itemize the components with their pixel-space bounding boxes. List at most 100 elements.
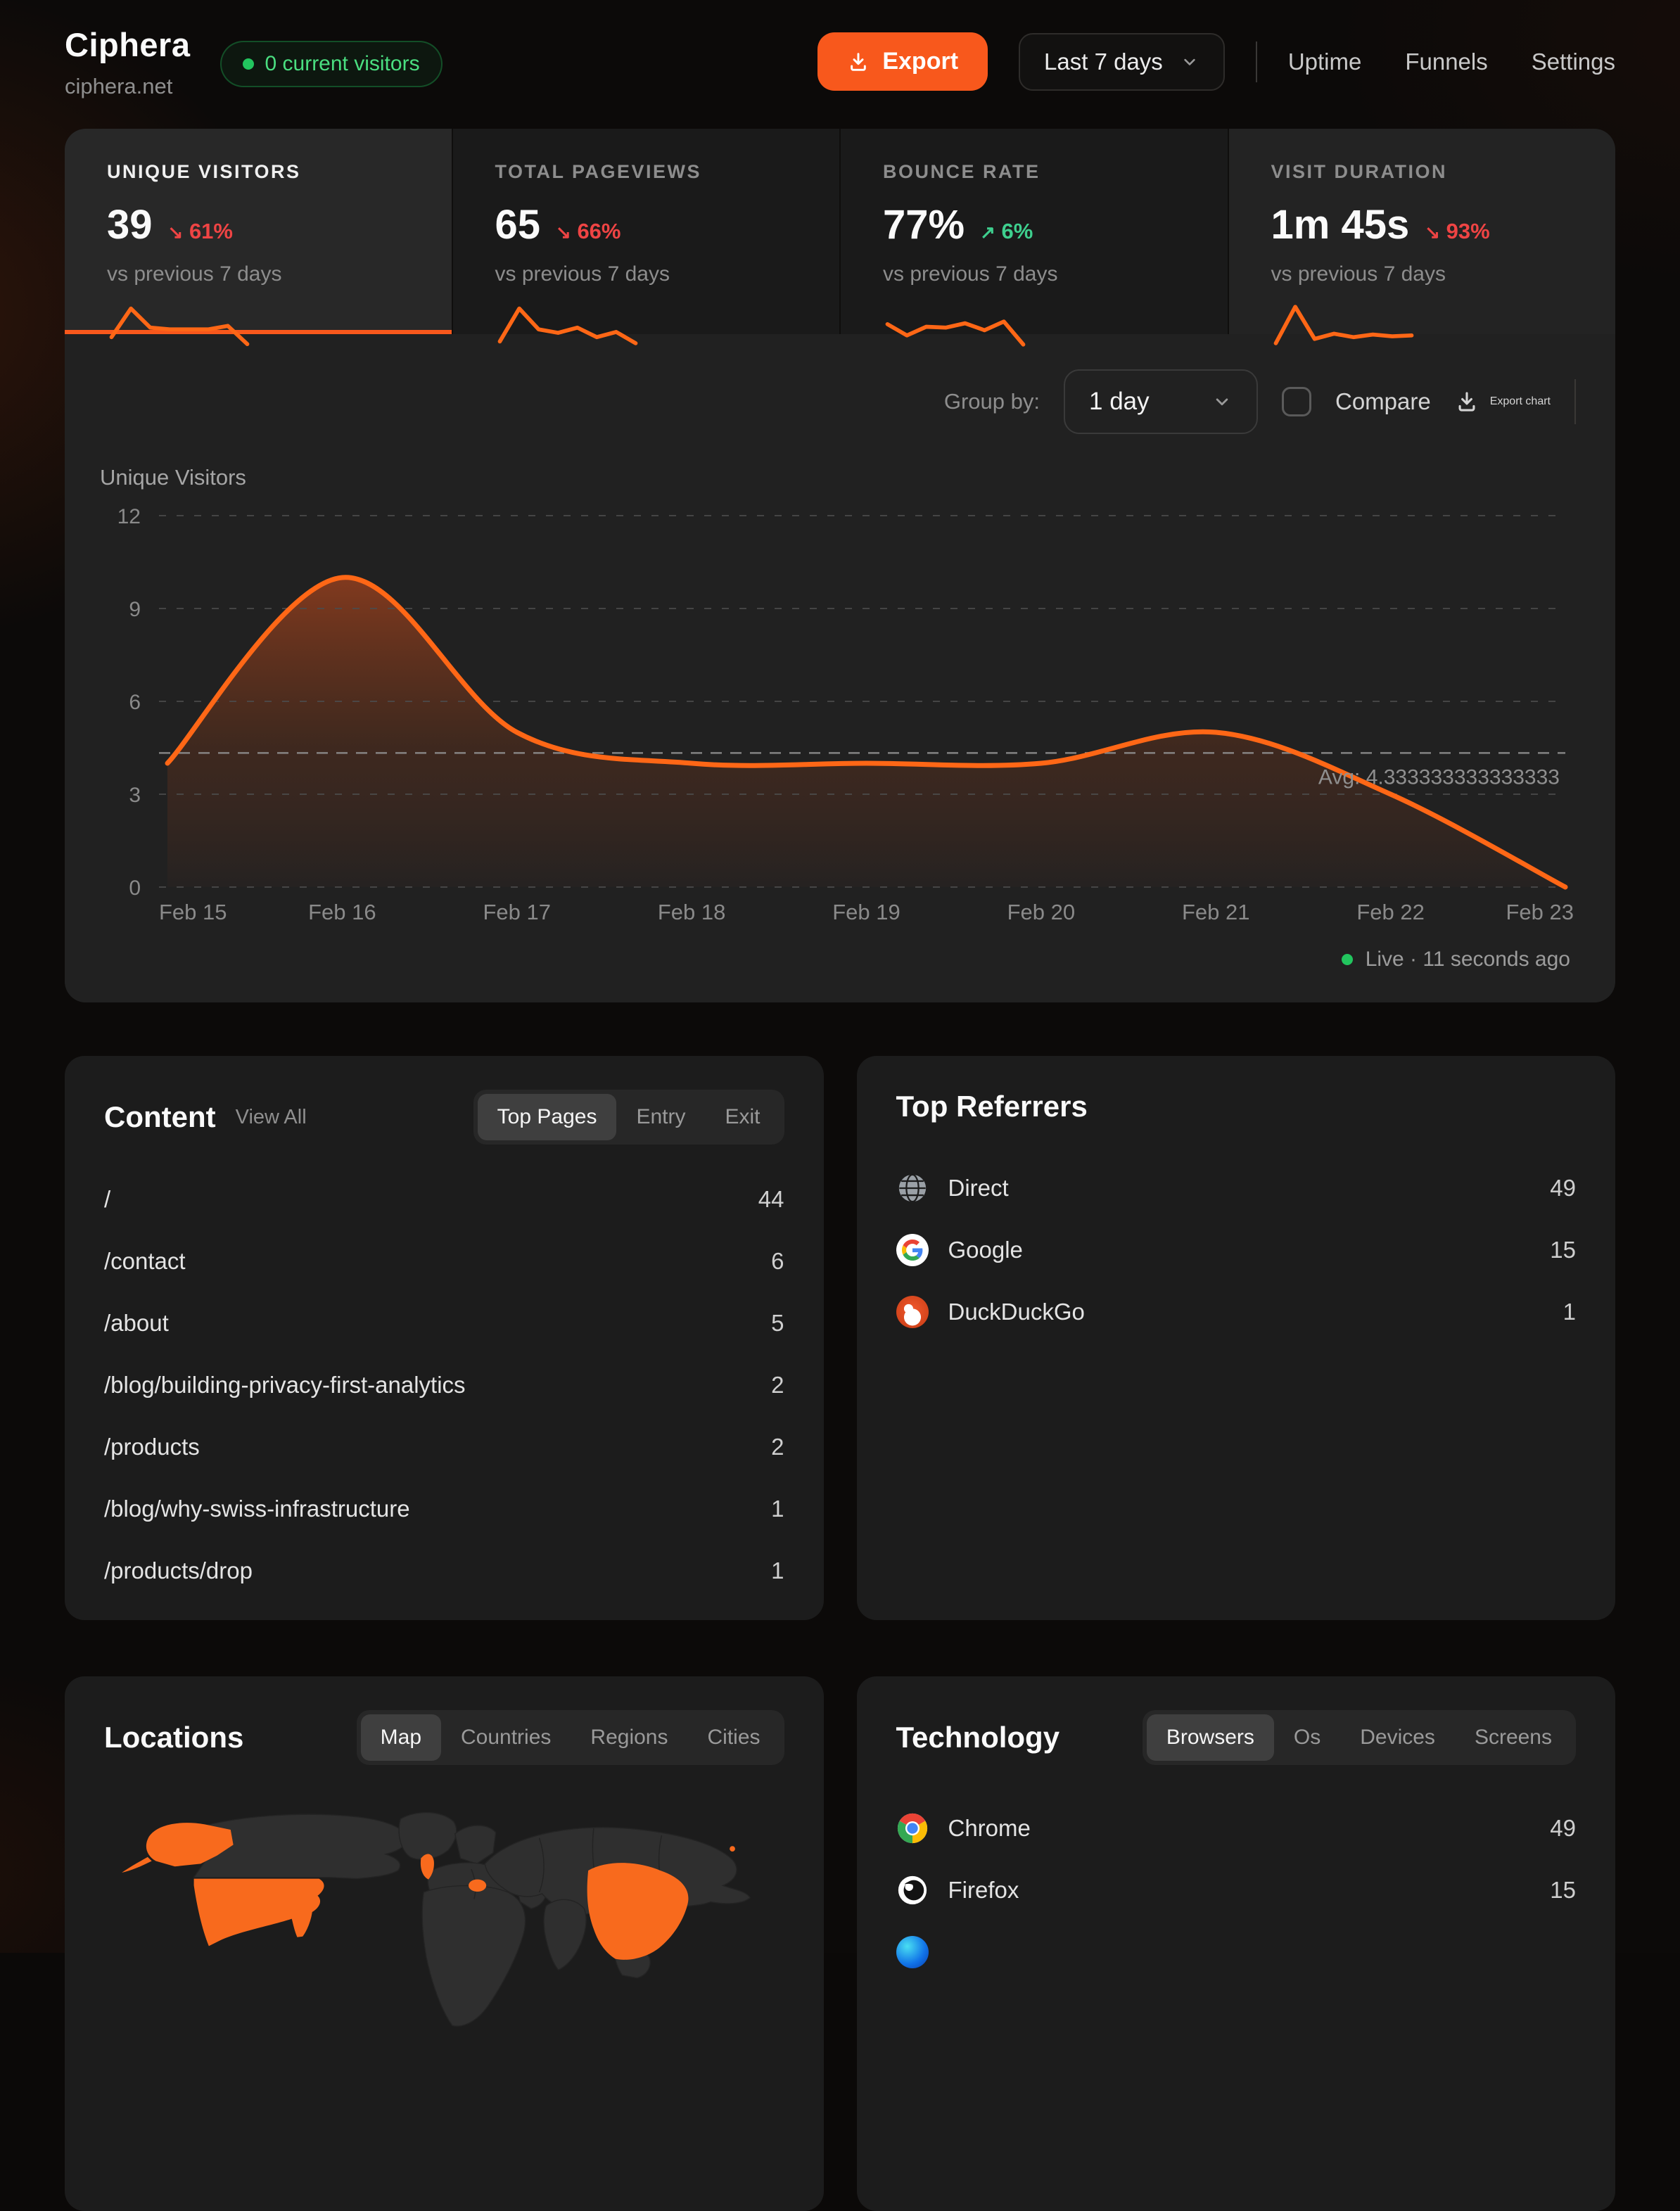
- y-tick: 0: [129, 877, 141, 900]
- x-tick: Feb 23: [1506, 900, 1574, 924]
- top-pages-list: / 44 /contact 6 /about 5 /blog/buil: [104, 1168, 784, 1602]
- browser-icon: [896, 1812, 929, 1844]
- browser-row[interactable]: [896, 1921, 1577, 1983]
- referrer-row[interactable]: DuckDuckGo 1: [896, 1281, 1577, 1343]
- browser-row[interactable]: Chrome 49: [896, 1797, 1577, 1859]
- content-tab[interactable]: Exit: [705, 1094, 779, 1140]
- locations-tab[interactable]: Cities: [687, 1714, 779, 1761]
- locations-tab[interactable]: Map: [361, 1714, 441, 1761]
- page-path: /blog/why-swiss-infrastructure: [104, 1496, 410, 1522]
- stat-card[interactable]: BOUNCE RATE 77% ↗ 6% vs previous 7 days: [841, 129, 1228, 334]
- page-path: /blog/building-privacy-first-analytics: [104, 1372, 466, 1398]
- page-row[interactable]: /contact 6: [104, 1230, 784, 1292]
- stat-compare-label: vs previous 7 days: [1271, 262, 1574, 286]
- technology-tab[interactable]: Devices: [1340, 1714, 1455, 1761]
- current-visitors-label: 0 current visitors: [265, 52, 420, 76]
- map-romania: [469, 1880, 486, 1892]
- referrer-row[interactable]: Google 15: [896, 1219, 1577, 1281]
- content-tab[interactable]: Top Pages: [478, 1094, 617, 1140]
- page-count: 2: [771, 1372, 784, 1398]
- stat-label: TOTAL PAGEVIEWS: [495, 161, 798, 183]
- export-label: Export: [882, 48, 958, 75]
- map-united-states: [194, 1879, 324, 1946]
- technology-tab[interactable]: Browsers: [1147, 1714, 1274, 1761]
- visitors-area-chart[interactable]: Avg: 4.333333333333333 036912Feb 15Feb 1…: [65, 493, 1615, 943]
- map-africa: [422, 1886, 525, 2027]
- technology-tab[interactable]: Os: [1274, 1714, 1340, 1761]
- nav-link[interactable]: Uptime: [1288, 49, 1362, 75]
- page-row[interactable]: /products 2: [104, 1416, 784, 1478]
- browser-row[interactable]: Firefox 15: [896, 1859, 1577, 1921]
- chrome-icon: [896, 1812, 929, 1844]
- live-status-text: Live · 11 seconds ago: [1366, 948, 1570, 971]
- sparkline-chart: [495, 298, 640, 351]
- x-tick: Feb 15: [159, 900, 227, 924]
- chevron-down-icon: [1180, 52, 1199, 72]
- live-dot-icon: [1342, 954, 1353, 965]
- page-row[interactable]: /blog/why-swiss-infrastructure 1: [104, 1478, 784, 1540]
- map-china: [587, 1863, 689, 1960]
- green-dot-icon: [243, 58, 254, 70]
- group-by-dropdown[interactable]: 1 day: [1064, 369, 1258, 434]
- referrers-list: Direct 49 Google 15: [896, 1157, 1577, 1343]
- trend-arrow-icon: ↘: [556, 222, 571, 243]
- technology-tab[interactable]: Screens: [1455, 1714, 1572, 1761]
- stat-label: UNIQUE VISITORS: [107, 161, 409, 183]
- compare-checkbox[interactable]: [1282, 387, 1311, 416]
- date-range-dropdown[interactable]: Last 7 days: [1019, 33, 1225, 91]
- live-status: Live · 11 seconds ago: [65, 943, 1615, 990]
- referrer-name: DuckDuckGo: [948, 1299, 1085, 1325]
- download-icon: [1455, 390, 1479, 414]
- referrers-title: Top Referrers: [896, 1090, 1088, 1123]
- page-path: /about: [104, 1310, 169, 1337]
- referrer-count: 49: [1550, 1175, 1576, 1202]
- x-tick: Feb 16: [308, 900, 376, 924]
- download-icon: [847, 51, 870, 73]
- trend-arrow-icon: ↗: [980, 222, 995, 243]
- view-all-link[interactable]: View All: [236, 1106, 307, 1129]
- x-tick: Feb 19: [832, 900, 901, 924]
- map-india: [544, 1899, 586, 1970]
- page-row[interactable]: / 44: [104, 1168, 784, 1230]
- stat-delta-value: 61%: [189, 219, 233, 243]
- page-path: /products/drop: [104, 1557, 253, 1584]
- map-greenland: [399, 1813, 457, 1860]
- stat-compare-label: vs previous 7 days: [107, 262, 409, 286]
- referrer-row[interactable]: Direct 49: [896, 1157, 1577, 1219]
- page-path: /contact: [104, 1248, 186, 1275]
- chart-area-fill: [167, 578, 1565, 887]
- world-map[interactable]: [104, 1790, 784, 2117]
- sparkline-chart: [1271, 298, 1416, 351]
- content-title: Content: [104, 1100, 216, 1134]
- content-card: Content View All Top Pages Entry Exit /: [65, 1056, 824, 1620]
- content-tab[interactable]: Entry: [616, 1094, 705, 1140]
- stat-delta: ↘ 93%: [1425, 219, 1489, 244]
- header-divider: [1256, 42, 1257, 82]
- stat-value: 77%: [883, 201, 965, 248]
- stat-card[interactable]: TOTAL PAGEVIEWS 65 ↘ 66% vs previous 7 d…: [453, 129, 840, 334]
- analytics-panel: UNIQUE VISITORS 39 ↘ 61% vs previous 7 d…: [65, 129, 1615, 1002]
- google-icon: [896, 1234, 929, 1266]
- stat-card[interactable]: VISIT DURATION 1m 45s ↘ 93% vs previous …: [1229, 129, 1616, 334]
- referrer-icon: [896, 1234, 929, 1266]
- referrer-count: 1: [1563, 1299, 1576, 1325]
- technology-title: Technology: [896, 1721, 1060, 1754]
- y-tick: 6: [129, 691, 141, 714]
- locations-tab[interactable]: Regions: [571, 1714, 687, 1761]
- stat-card[interactable]: UNIQUE VISITORS 39 ↘ 61% vs previous 7 d…: [65, 129, 452, 334]
- nav-link[interactable]: Settings: [1532, 49, 1615, 75]
- page-row[interactable]: /blog/building-privacy-first-analytics 2: [104, 1354, 784, 1416]
- nav-link[interactable]: Funnels: [1405, 49, 1487, 75]
- page-row[interactable]: /products/drop 1: [104, 1540, 784, 1602]
- page-count: 1: [771, 1557, 784, 1584]
- x-tick: Feb 18: [658, 900, 726, 924]
- export-button[interactable]: Export: [817, 32, 988, 91]
- chart-series-label: Unique Visitors: [100, 465, 1615, 490]
- x-tick: Feb 20: [1007, 900, 1076, 924]
- locations-tab[interactable]: Countries: [441, 1714, 571, 1761]
- browser-icon: [896, 1874, 929, 1906]
- stat-value: 65: [495, 201, 541, 248]
- stats-row: UNIQUE VISITORS 39 ↘ 61% vs previous 7 d…: [65, 129, 1615, 334]
- page-row[interactable]: /about 5: [104, 1292, 784, 1354]
- export-chart-button[interactable]: Export chart: [1455, 390, 1551, 414]
